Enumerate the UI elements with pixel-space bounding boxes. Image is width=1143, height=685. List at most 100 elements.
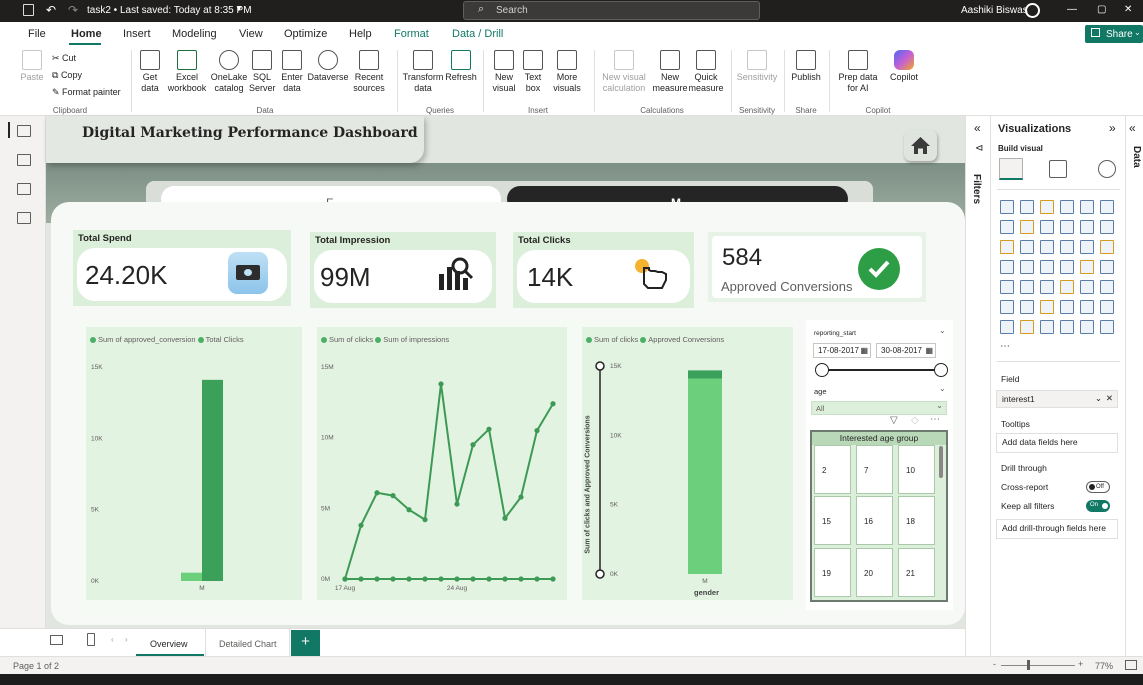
cut-button[interactable]: ✂ Cut	[52, 53, 76, 64]
interest-tile[interactable]: 16	[856, 496, 893, 545]
interest-tile[interactable]: 18	[898, 496, 935, 545]
format-visual-icon[interactable]	[1049, 160, 1067, 178]
interest-tile[interactable]: 2	[814, 445, 851, 494]
report-view-icon[interactable]	[17, 125, 31, 137]
minimize-button[interactable]: —	[1067, 4, 1077, 15]
dax-query-view-icon[interactable]	[17, 212, 31, 224]
keep-filters-toggle[interactable]: On	[1086, 500, 1110, 512]
visual-type-icon[interactable]	[1080, 200, 1094, 214]
visual-type-icon[interactable]	[1080, 220, 1094, 234]
get-data-button[interactable]: Get data	[135, 50, 165, 94]
desktop-view-icon[interactable]	[50, 635, 63, 645]
refresh-button[interactable]: Refresh	[445, 50, 477, 83]
filter-icon[interactable]: ▽	[890, 415, 898, 426]
interest-tile[interactable]: 7	[856, 445, 893, 494]
redo-icon[interactable]: ↷	[68, 3, 78, 17]
tab-help[interactable]: Help	[349, 28, 372, 40]
visual-type-icon[interactable]	[1080, 280, 1094, 294]
search-box[interactable]: ⌕ Search	[463, 1, 760, 20]
zoom-slider-handle[interactable]	[1027, 660, 1030, 670]
end-date-input[interactable]: 30-08-2017 ▦	[876, 343, 936, 358]
share-button[interactable]: Share ⌄	[1085, 25, 1143, 43]
new-measure-button[interactable]: New measure	[652, 50, 688, 94]
visual-type-icon[interactable]	[1020, 240, 1034, 254]
tab-data-drill[interactable]: Data / Drill	[452, 28, 503, 40]
visual-type-icon[interactable]	[1040, 240, 1054, 254]
tab-modeling[interactable]: Modeling	[172, 28, 217, 40]
maximize-button[interactable]: ▢	[1097, 4, 1106, 15]
visual-type-icon[interactable]	[1000, 220, 1014, 234]
new-visual-button[interactable]: New visual	[488, 50, 520, 94]
interest-tile[interactable]: 19	[814, 548, 851, 597]
visual-type-icon[interactable]	[1020, 300, 1034, 314]
new-visual-calculation-button[interactable]: New visual calculation	[599, 50, 649, 94]
visual-type-icon[interactable]	[1100, 280, 1114, 294]
date-range-start-handle[interactable]	[815, 363, 829, 377]
excel-workbook-button[interactable]: Excel workbook	[165, 50, 209, 94]
format-painter-button[interactable]: ✎ Format painter	[52, 87, 121, 98]
interest-tile[interactable]: 20	[856, 548, 893, 597]
chart-conversions-clicks[interactable]: Sum of approved_conversion Total Clicks …	[86, 327, 302, 600]
filters-pane-collapsed[interactable]: « ⊲ Filters	[965, 116, 990, 656]
visual-type-icon[interactable]	[1060, 280, 1074, 294]
tooltips-well[interactable]: Add data fields here	[996, 433, 1118, 453]
visual-type-icon[interactable]	[1080, 260, 1094, 274]
page-tab-detailed-chart[interactable]: Detailed Chart	[205, 629, 290, 657]
tab-format[interactable]: Format	[394, 28, 429, 40]
interest-slicer-scrollbar[interactable]	[939, 446, 943, 478]
sensitivity-button[interactable]: Sensitivity	[735, 50, 779, 83]
fit-to-page-icon[interactable]	[1125, 660, 1137, 670]
onelake-catalog-button[interactable]: OneLake catalog	[209, 50, 249, 94]
visual-type-icon[interactable]	[1060, 200, 1074, 214]
table-view-icon[interactable]	[17, 154, 31, 166]
visual-type-icon[interactable]	[1100, 260, 1114, 274]
drill-through-well[interactable]: Add drill-through fields here	[996, 519, 1118, 539]
kpi-total-spend[interactable]: Total Spend 24.20K	[73, 230, 291, 306]
interest-tile[interactable]: 10	[898, 445, 935, 494]
mobile-view-icon[interactable]	[87, 633, 95, 646]
kpi-total-clicks[interactable]: Total Clicks 14K	[513, 232, 694, 308]
enter-data-button[interactable]: Enter data	[278, 50, 306, 94]
document-title[interactable]: task2 • Last saved: Today at 8:35 PM	[87, 5, 252, 16]
save-icon[interactable]	[23, 4, 34, 16]
zoom-in-button[interactable]: +	[1078, 659, 1083, 669]
transform-data-button[interactable]: Transform data	[402, 50, 444, 94]
close-button[interactable]: ✕	[1124, 4, 1132, 15]
visual-type-icon[interactable]	[1060, 220, 1074, 234]
visual-type-icon[interactable]	[1000, 320, 1014, 334]
more-visuals-icon[interactable]: ⋯	[1000, 341, 1010, 352]
kpi-total-impression[interactable]: Total Impression 99M	[310, 232, 496, 308]
visual-type-icon[interactable]	[1060, 300, 1074, 314]
visual-type-icon[interactable]	[1060, 260, 1074, 274]
analytics-icon[interactable]	[1098, 160, 1116, 178]
visual-type-icon[interactable]	[1020, 320, 1034, 334]
date-range-end-handle[interactable]	[934, 363, 948, 377]
visual-type-icon[interactable]	[1020, 200, 1034, 214]
prep-data-ai-button[interactable]: Prep data for AI	[834, 50, 882, 94]
tab-insert[interactable]: Insert	[123, 28, 151, 40]
visual-type-icon[interactable]	[1080, 320, 1094, 334]
chart-clicks-conversions-gender[interactable]: Sum of clicks Approved Conversions 15K 10…	[582, 327, 793, 600]
visual-type-icon[interactable]	[1100, 200, 1114, 214]
chevron-down-icon[interactable]: ⌄	[939, 326, 946, 335]
data-pane-collapsed[interactable]: « Data	[1125, 116, 1143, 656]
interest-tile[interactable]: 21	[898, 548, 935, 597]
chevron-down-icon[interactable]: ⌄	[1095, 393, 1102, 404]
visual-type-icon[interactable]	[1080, 300, 1094, 314]
next-page-icon[interactable]: ›	[125, 635, 128, 644]
copilot-button[interactable]: Copilot	[886, 50, 922, 83]
interest-tile[interactable]: 15	[814, 496, 851, 545]
eraser-icon[interactable]: ◇	[911, 415, 919, 426]
visual-type-icon[interactable]	[1060, 240, 1074, 254]
paste-button[interactable]: Paste	[18, 50, 46, 83]
visual-type-icon[interactable]	[1020, 260, 1034, 274]
chart-clicks-impressions-trend[interactable]: Sum of clicks Sum of impressions 15M 10M 5…	[317, 327, 567, 600]
visual-type-icon[interactable]	[1000, 200, 1014, 214]
chevron-left-icon[interactable]: «	[974, 121, 981, 135]
chevron-down-icon[interactable]: ⌄	[939, 384, 946, 393]
visual-type-icon[interactable]	[1040, 280, 1054, 294]
visual-type-icon[interactable]	[1000, 280, 1014, 294]
page-tab-overview[interactable]: Overview	[136, 629, 204, 657]
recent-sources-button[interactable]: Recent sources	[349, 50, 389, 94]
zoom-slider-track[interactable]	[1001, 665, 1075, 666]
